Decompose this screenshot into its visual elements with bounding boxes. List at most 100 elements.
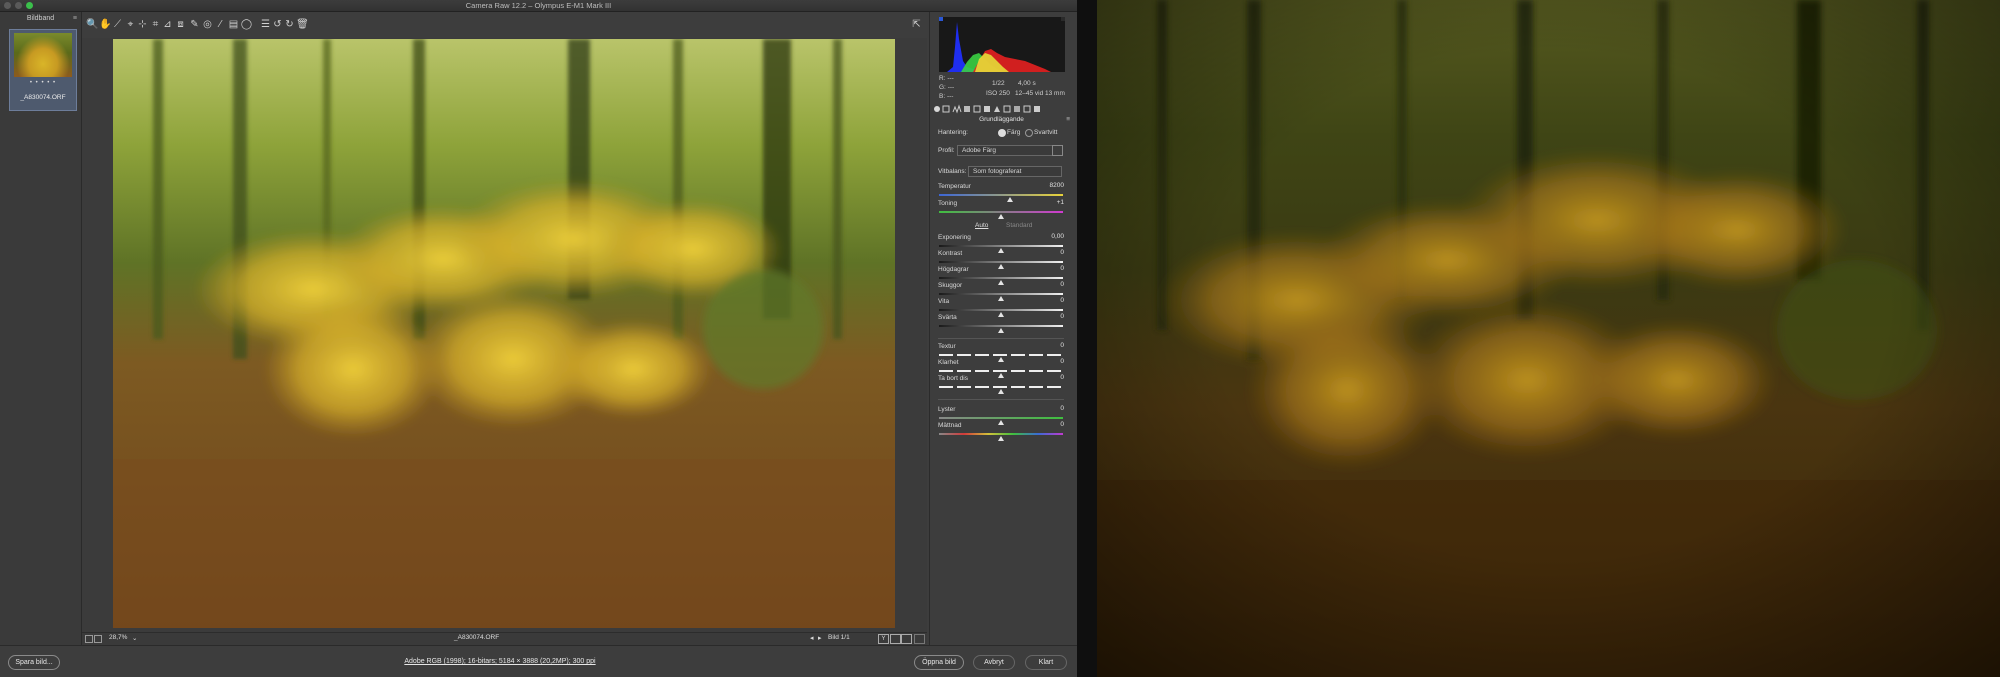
slider-knob-exposure[interactable] [998, 248, 1004, 253]
slider-knob-temperature[interactable] [1006, 197, 1013, 202]
swap-settings-icon[interactable] [890, 634, 901, 644]
preferences-icon[interactable]: ☰ [260, 19, 271, 30]
radial-filter-icon[interactable]: ◯ [241, 19, 252, 30]
slider-track-shadows[interactable] [939, 293, 1063, 295]
slider-value-shadows[interactable]: 0 [1046, 281, 1064, 289]
auto-button[interactable]: Auto [975, 222, 988, 229]
filmstrip-thumbnail[interactable]: • • • • • _A830074.ORF [9, 29, 77, 111]
slider-track-exposure[interactable] [939, 245, 1063, 247]
delete-icon[interactable]: 🗑 [296, 19, 309, 30]
slider-knob-texture[interactable] [998, 357, 1004, 362]
rating-stars[interactable]: • • • • • [10, 80, 76, 86]
rotate-right-icon[interactable]: ↻ [284, 19, 295, 30]
slider-knob-blacks[interactable] [998, 328, 1004, 333]
section-menu-icon[interactable]: ≡ [1066, 116, 1070, 123]
slider-value-texture[interactable]: 0 [1046, 342, 1064, 350]
wb-select[interactable]: Som fotograferat [968, 166, 1062, 177]
slider-value-vibrance[interactable]: 0 [1046, 405, 1064, 413]
slider-value-contrast[interactable]: 0 [1046, 249, 1064, 257]
profile-select[interactable]: Adobe Färg [957, 145, 1053, 156]
slider-label-shadows: Skuggor [938, 282, 963, 289]
adjustments-panel: R: --- G: --- B: --- 1/22 4,00 s ISO 250… [929, 12, 1073, 645]
prev-image-icon[interactable]: ◂ [810, 634, 814, 642]
profile-label: Profil: [938, 147, 955, 154]
spot-removal-icon[interactable]: ✎ [189, 19, 200, 30]
filmstrip-header: Bildband [26, 15, 55, 22]
slider-track-dehaze[interactable] [939, 386, 1063, 388]
slider-track-clarity[interactable] [939, 370, 1063, 372]
save-image-button[interactable]: Spara bild... [8, 655, 60, 670]
zoom-dropdown-icon[interactable]: ⌄ [132, 634, 137, 642]
white-balance-icon[interactable]: ⟋ [112, 19, 123, 30]
preview-area [82, 38, 927, 632]
slider-knob-clarity[interactable] [998, 373, 1004, 378]
slider-track-temperature[interactable] [939, 194, 1063, 196]
slider-track-tint[interactable] [939, 211, 1063, 213]
slider-value-exposure[interactable]: 0,00 [1046, 233, 1064, 241]
open-image-button[interactable]: Öppna bild [914, 655, 964, 670]
slider-knob-highlights[interactable] [998, 280, 1004, 285]
slider-track-saturation[interactable] [939, 433, 1063, 435]
done-button[interactable]: Klart [1025, 655, 1067, 670]
slider-track-contrast[interactable] [939, 261, 1063, 263]
slider-value-blacks[interactable]: 0 [1046, 313, 1064, 321]
slider-label-contrast: Kontrast [938, 250, 963, 257]
toggle-icon[interactable] [914, 634, 925, 644]
slider-value-whites[interactable]: 0 [1046, 297, 1064, 305]
before-after-icon[interactable]: Y [878, 634, 889, 644]
slider-value-saturation[interactable]: 0 [1046, 421, 1064, 429]
thumbnail-filename: _A830074.ORF [20, 94, 66, 101]
slider-label-dehaze: Ta bort dis [938, 375, 968, 382]
profile-browser-icon[interactable] [1052, 145, 1063, 156]
slider-knob-saturation[interactable] [998, 436, 1004, 441]
slider-knob-contrast[interactable] [998, 264, 1004, 269]
graduated-filter-icon[interactable]: ▤ [228, 19, 239, 30]
slider-track-vibrance[interactable] [939, 417, 1063, 419]
copy-settings-icon[interactable] [901, 634, 912, 644]
slider-knob-vibrance[interactable] [998, 420, 1004, 425]
slider-track-blacks[interactable] [939, 325, 1063, 327]
treatment-bw-radio[interactable] [1025, 129, 1033, 137]
cancel-button[interactable]: Avbryt [973, 655, 1015, 670]
default-button[interactable]: Standard [1006, 222, 1032, 229]
slider-track-texture[interactable] [939, 354, 1063, 356]
transform-icon[interactable]: ⧈ [175, 19, 186, 30]
crop-icon[interactable]: ⌗ [150, 19, 161, 30]
divider [938, 338, 1064, 339]
color-sampler-icon[interactable]: ⌖ [125, 19, 136, 30]
slider-label-tint: Toning [938, 200, 958, 207]
status-filename: _A830074.ORF [454, 634, 500, 641]
fullscreen-icon[interactable]: ⇱ [911, 19, 922, 30]
slider-label-texture: Textur [938, 343, 956, 350]
slider-knob-shadows[interactable] [998, 296, 1004, 301]
lens-info: 12–45 vid 13 mm [1015, 90, 1065, 97]
iso-value: ISO 250 [986, 90, 1010, 97]
processed-image [1097, 0, 2000, 677]
slider-track-whites[interactable] [939, 309, 1063, 311]
brush-icon[interactable]: ⁄ [215, 19, 226, 30]
workflow-options-link[interactable]: Adobe RGB (1998); 16-bitars; 5184 × 3888… [300, 658, 700, 665]
slider-track-highlights[interactable] [939, 277, 1063, 279]
slider-knob-whites[interactable] [998, 312, 1004, 317]
slider-value-dehaze[interactable]: 0 [1046, 374, 1064, 382]
slider-value-temperature[interactable]: 8200 [1046, 182, 1064, 190]
view-mode-icon[interactable] [85, 635, 93, 643]
fit-view-icon[interactable] [94, 635, 102, 643]
rotate-left-icon[interactable]: ↺ [272, 19, 283, 30]
targeted-adjust-icon[interactable]: ⊹ [137, 19, 148, 30]
slider-value-clarity[interactable]: 0 [1046, 358, 1064, 366]
preview-image[interactable] [113, 39, 895, 628]
treatment-color-radio[interactable] [998, 129, 1006, 137]
red-eye-icon[interactable]: ◎ [202, 19, 213, 30]
straighten-icon[interactable]: ⊿ [162, 19, 173, 30]
filmstrip-menu-icon[interactable]: ≡ [73, 15, 77, 22]
zoom-tool-icon[interactable]: 🔍 [86, 19, 98, 30]
hand-tool-icon[interactable]: ✋ [99, 19, 111, 30]
slider-knob-tint[interactable] [998, 214, 1004, 219]
slider-knob-dehaze[interactable] [998, 389, 1004, 394]
slider-value-highlights[interactable]: 0 [1046, 265, 1064, 273]
slider-label-saturation: Mättnad [938, 422, 962, 429]
next-image-icon[interactable]: ▸ [818, 634, 822, 642]
slider-value-tint[interactable]: +1 [1046, 199, 1064, 207]
zoom-level[interactable]: 28,7% [109, 634, 127, 641]
